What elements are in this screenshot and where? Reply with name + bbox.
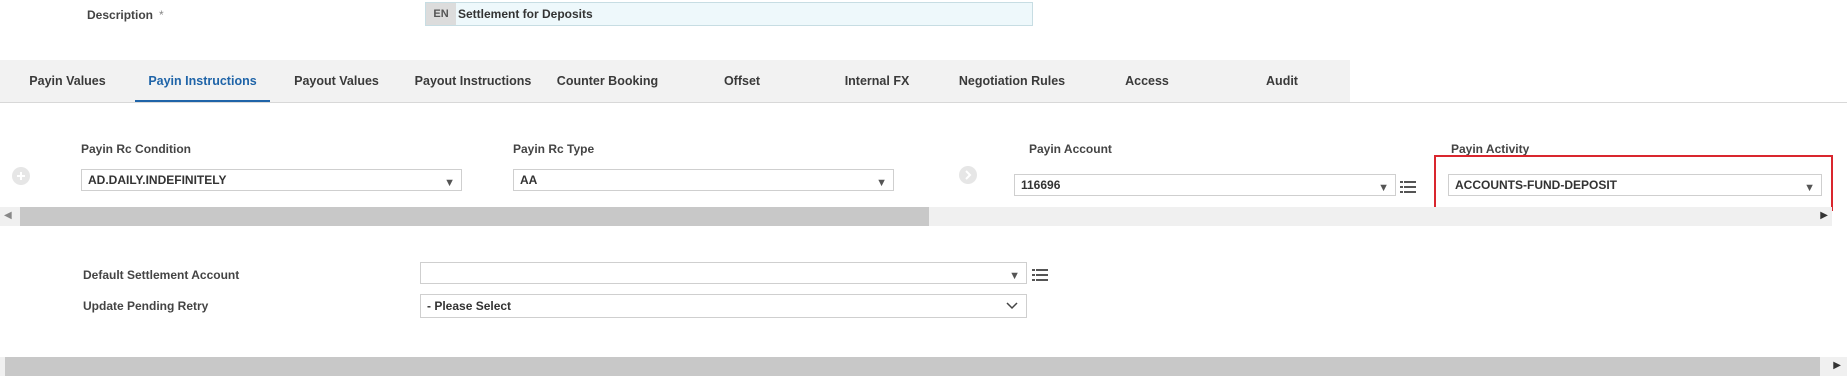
payin-account-label: Payin Account (1029, 142, 1112, 156)
tab-payin-instructions[interactable]: Payin Instructions (135, 60, 270, 103)
tab-payout-instructions[interactable]: Payout Instructions (403, 60, 543, 100)
required-mark: * (159, 8, 164, 22)
payin-activity-label: Payin Activity (1451, 142, 1530, 156)
page-scroll-thumb[interactable] (5, 357, 1820, 376)
page-scrollbar[interactable]: ▶ (0, 357, 1847, 376)
plus-circle-icon[interactable] (12, 167, 30, 185)
payin-rc-condition-value: AD.DAILY.INDEFINITELY (88, 173, 227, 187)
tab-divider (0, 102, 1847, 103)
description-label: Description * (87, 8, 164, 22)
triangle-down-icon[interactable]: ▼ (1804, 178, 1815, 198)
payin-rc-condition-label: Payin Rc Condition (81, 142, 192, 156)
tab-payout-values[interactable]: Payout Values (270, 60, 403, 100)
tab-audit[interactable]: Audit (1212, 60, 1352, 100)
description-label-text: Description (87, 8, 154, 22)
payin-account-value: 116696 (1021, 178, 1061, 192)
payin-activity-select[interactable]: ACCOUNTS-FUND-DEPOSIT ▼ (1448, 174, 1822, 196)
tab-offset[interactable]: Offset (672, 60, 812, 100)
description-field[interactable]: EN Settlement for Deposits (425, 2, 1033, 26)
tab-access[interactable]: Access (1082, 60, 1212, 100)
arrow-circle-icon[interactable] (959, 166, 977, 184)
default-settlement-account-label: Default Settlement Account (83, 268, 240, 282)
triangle-down-icon[interactable]: ▼ (444, 173, 455, 193)
list-icon[interactable] (1032, 268, 1048, 287)
tab-negotiation-rules[interactable]: Negotiation Rules (942, 60, 1082, 100)
tab-counter-booking[interactable]: Counter Booking (543, 60, 672, 100)
tab-payin-values[interactable]: Payin Values (0, 60, 135, 100)
triangle-down-icon[interactable]: ▼ (876, 173, 887, 193)
update-pending-retry-select[interactable]: - Please Select (420, 294, 1027, 318)
description-value: Settlement for Deposits (458, 7, 593, 21)
scroll-right-icon[interactable]: ▶ (1820, 210, 1828, 221)
scroll-thumb[interactable] (20, 207, 929, 226)
payin-rc-type-select[interactable]: AA ▼ (513, 169, 894, 191)
triangle-down-icon[interactable]: ▼ (1009, 266, 1020, 286)
update-pending-retry-value: - Please Select (427, 299, 512, 313)
chevron-down-icon[interactable] (1006, 295, 1018, 324)
payin-rc-type-value: AA (520, 173, 538, 187)
payin-row-scrollbar[interactable]: ◀ ▶ (0, 207, 1832, 226)
language-badge[interactable]: EN (426, 3, 456, 25)
scroll-left-icon[interactable]: ◀ (4, 210, 12, 221)
tab-bar: Payin Values Payin Instructions Payout V… (0, 60, 1352, 103)
update-pending-retry-label: Update Pending Retry (83, 299, 209, 313)
list-icon[interactable] (1400, 180, 1416, 199)
tab-internal-fx[interactable]: Internal FX (812, 60, 942, 100)
payin-rc-condition-select[interactable]: AD.DAILY.INDEFINITELY ▼ (81, 169, 462, 191)
scroll-right-icon[interactable]: ▶ (1833, 360, 1841, 371)
default-settlement-account-select[interactable]: ▼ (420, 262, 1027, 284)
payin-account-select[interactable]: 116696 ▼ (1014, 174, 1396, 196)
triangle-down-icon[interactable]: ▼ (1378, 178, 1389, 198)
payin-activity-value: ACCOUNTS-FUND-DEPOSIT (1455, 178, 1617, 192)
payin-rc-type-label: Payin Rc Type (513, 142, 595, 156)
